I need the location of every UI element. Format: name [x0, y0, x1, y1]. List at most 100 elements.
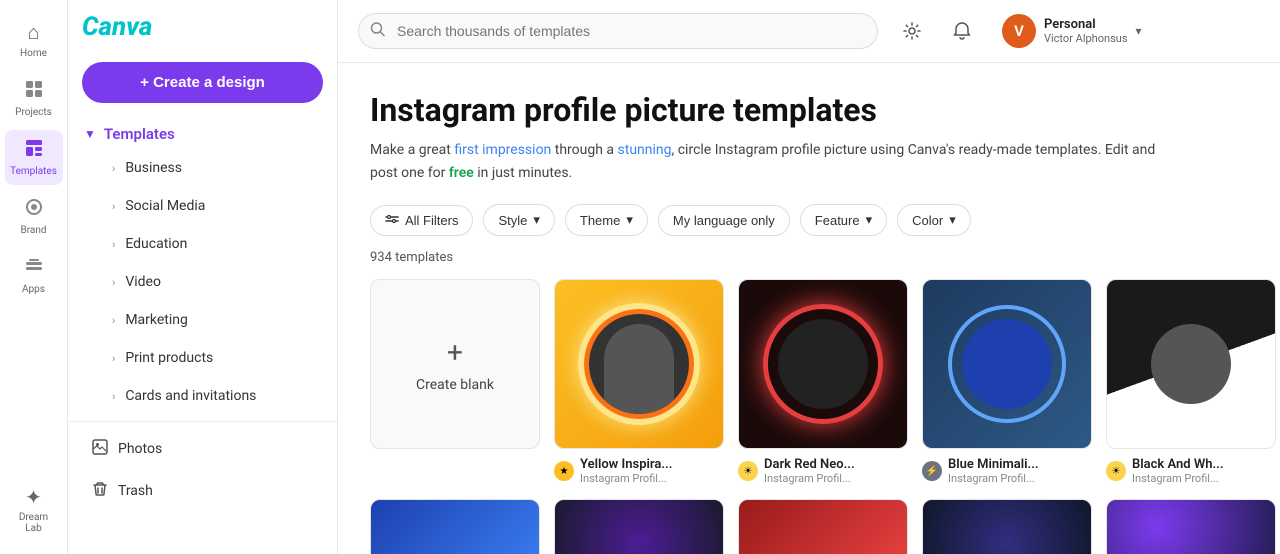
template-meta-yellow: ★ Yellow Inspira... Instagram Profil... [554, 457, 724, 485]
row2-card-1[interactable] [370, 499, 540, 554]
marketing-chevron-icon: › [112, 314, 115, 327]
nav-item-cards[interactable]: › Cards and invitations [76, 378, 329, 414]
desc-highlight-2: stunning [618, 142, 672, 158]
apps-icon [24, 256, 44, 281]
nav-item-social-media[interactable]: › Social Media [76, 188, 329, 224]
home-icon: ⌂ [27, 20, 39, 45]
template-preview-bw [1107, 280, 1275, 448]
user-chevron-icon: ▾ [1136, 24, 1142, 38]
sidebar-item-templates[interactable]: Templates [5, 130, 63, 185]
template-card-bw[interactable]: ☀ Black And Wh... Instagram Profil... [1106, 279, 1276, 485]
nav-label-cards: Cards and invitations [125, 388, 256, 404]
sidebar-label-dreamlab: Dream Lab [11, 512, 57, 534]
color-filter-button[interactable]: Color ▾ [897, 204, 971, 236]
template-grid-row2 [370, 499, 1248, 554]
nav-label-video: Video [125, 274, 161, 290]
template-meta-blue: ⚡ Blue Minimali... Instagram Profil... [922, 457, 1092, 485]
search-wrap [358, 13, 878, 49]
templates-section-header[interactable]: ▼ Templates [68, 115, 337, 149]
user-chip[interactable]: V Personal Victor Alphonsus ▾ [994, 10, 1150, 52]
icon-sidebar: ⌂ Home Projects Templates Brand Apps ✦ D… [0, 0, 68, 554]
sidebar-label-apps: Apps [22, 284, 45, 295]
nav-item-photos[interactable]: Photos [76, 429, 329, 469]
style-filter-label: Style [498, 213, 527, 228]
canva-logo[interactable]: Canva [68, 0, 337, 50]
badge-darkred: ☀ [738, 461, 758, 481]
nav-item-print-products[interactable]: › Print products [76, 340, 329, 376]
desc-highlight-free: free [449, 165, 474, 181]
row2-card-2[interactable] [554, 499, 724, 554]
template-card-blue[interactable]: ⚡ Blue Minimali... Instagram Profil... [922, 279, 1092, 485]
badge-bw: ☀ [1106, 461, 1126, 481]
feature-filter-button[interactable]: Feature ▾ [800, 204, 887, 236]
style-filter-button[interactable]: Style ▾ [483, 204, 554, 236]
search-input[interactable] [358, 13, 878, 49]
user-name: Personal [1044, 17, 1128, 32]
create-design-button[interactable]: + Create a design [82, 62, 323, 103]
feature-filter-label: Feature [815, 213, 860, 228]
create-blank-label: Create blank [416, 377, 494, 393]
theme-filter-button[interactable]: Theme ▾ [565, 204, 648, 236]
templates-chevron-icon: ▼ [84, 127, 96, 141]
template-meta-darkred: ☀ Dark Red Neo... Instagram Profil... [738, 457, 908, 485]
nav-item-marketing[interactable]: › Marketing [76, 302, 329, 338]
create-blank-card[interactable]: + Create blank [370, 279, 540, 485]
page-description: Make a great first impression through a … [370, 139, 1170, 184]
language-filter-button[interactable]: My language only [658, 205, 790, 236]
row2-card-3[interactable] [738, 499, 908, 554]
nav-item-business[interactable]: › Business [76, 150, 329, 186]
template-preview-yellow [555, 280, 723, 448]
sidebar-item-home[interactable]: ⌂ Home [5, 12, 63, 67]
template-name-yellow: Yellow Inspira... [580, 457, 672, 472]
user-plan: Victor Alphonsus [1044, 32, 1128, 45]
template-grid-row1: + Create blank ★ Yellow [370, 279, 1248, 485]
nav-label-education: Education [125, 236, 187, 252]
color-chevron-icon: ▾ [949, 212, 956, 228]
template-card-yellow[interactable]: ★ Yellow Inspira... Instagram Profil... [554, 279, 724, 485]
nav-item-education[interactable]: › Education [76, 226, 329, 262]
content-area: Instagram profile picture templates Make… [338, 63, 1280, 554]
badge-blue: ⚡ [922, 461, 942, 481]
nav-label-business: Business [125, 160, 182, 176]
template-sub-yellow: Instagram Profil... [580, 472, 672, 485]
dreamlab-icon: ✦ [25, 485, 42, 509]
template-sub-darkred: Instagram Profil... [764, 472, 855, 485]
create-blank-plus-icon: + [447, 336, 463, 369]
topbar-icons: V Personal Victor Alphonsus ▾ [894, 10, 1150, 52]
bell-icon-button[interactable] [944, 13, 980, 49]
sidebar-item-apps[interactable]: Apps [5, 248, 63, 303]
row2-card-4[interactable] [922, 499, 1092, 554]
template-name-darkred: Dark Red Neo... [764, 457, 855, 472]
page-title: Instagram profile picture templates [370, 91, 1248, 129]
all-filters-label: All Filters [405, 213, 458, 228]
sidebar-item-dreamlab[interactable]: ✦ Dream Lab [5, 477, 63, 542]
education-chevron-icon: › [112, 238, 115, 251]
nav-item-trash[interactable]: Trash [76, 471, 329, 511]
print-products-chevron-icon: › [112, 352, 115, 365]
sidebar-label-templates: Templates [10, 166, 57, 177]
sidebar-item-brand[interactable]: Brand [5, 189, 63, 244]
search-icon [370, 22, 385, 41]
video-chevron-icon: › [112, 276, 115, 289]
nav-panel: Canva + Create a design ▼ Templates › Bu… [68, 0, 338, 554]
nav-item-video[interactable]: › Video [76, 264, 329, 300]
template-preview-darkred [739, 280, 907, 448]
settings-icon-button[interactable] [894, 13, 930, 49]
brand-icon [24, 197, 44, 222]
photos-icon [92, 439, 108, 459]
all-filters-button[interactable]: All Filters [370, 205, 473, 236]
sidebar-label-home: Home [20, 48, 47, 59]
template-name-blue: Blue Minimali... [948, 457, 1039, 472]
nav-label-marketing: Marketing [125, 312, 188, 328]
sidebar-item-projects[interactable]: Projects [5, 71, 63, 126]
filter-bar: All Filters Style ▾ Theme ▾ My language … [370, 204, 1248, 236]
template-thumb-blue [922, 279, 1092, 449]
trash-icon [92, 481, 108, 501]
create-blank-thumb: + Create blank [370, 279, 540, 449]
theme-filter-label: Theme [580, 213, 620, 228]
template-thumb-yellow [554, 279, 724, 449]
template-thumb-bw [1106, 279, 1276, 449]
nav-divider [68, 421, 337, 422]
row2-card-5[interactable] [1106, 499, 1276, 554]
template-card-darkred[interactable]: ☀ Dark Red Neo... Instagram Profil... [738, 279, 908, 485]
